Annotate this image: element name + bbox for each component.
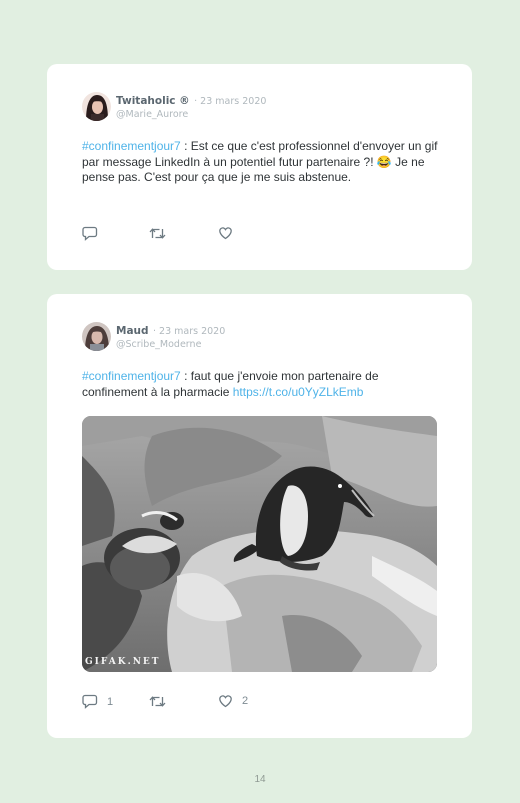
tweet-card-1: Twitaholic ® · 23 mars 2020 @Marie_Auror… [47, 64, 472, 270]
page-number: 14 [254, 774, 266, 785]
avatar[interactable] [82, 92, 111, 121]
tweet-gif[interactable]: GIFAK.NET [82, 416, 437, 672]
author-handle[interactable]: @Scribe_Moderne [116, 339, 225, 351]
tweet-header: Twitaholic ® · 23 mars 2020 @Marie_Auror… [82, 92, 266, 121]
reply-icon [82, 226, 98, 241]
like-button[interactable] [218, 226, 233, 240]
heart-icon [219, 695, 232, 708]
penguins-image [82, 416, 437, 672]
tweet-text: #confinementjour7 : Est ce que c'est pro… [82, 139, 442, 186]
tweet-text: #confinementjour7 : faut que j'envoie mo… [82, 369, 442, 400]
reply-button[interactable] [82, 226, 98, 241]
retweet-button[interactable] [149, 226, 166, 241]
retweet-icon [149, 228, 166, 239]
author-handle[interactable]: @Marie_Aurore [116, 109, 266, 121]
gif-watermark: GIFAK.NET [85, 657, 161, 667]
tweet-date[interactable]: · 23 mars 2020 [194, 96, 266, 107]
reply-icon [82, 694, 98, 709]
hashtag-link[interactable]: #confinementjour7 [82, 369, 181, 383]
hashtag-link[interactable]: #confinementjour7 [82, 139, 181, 153]
tweet-date[interactable]: · 23 mars 2020 [153, 326, 225, 337]
tweet-card-2: Maud · 23 mars 2020 @Scribe_Moderne #con… [47, 294, 472, 738]
retweet-button[interactable] [149, 694, 166, 709]
avatar[interactable] [82, 322, 111, 351]
reply-button[interactable]: 1 [82, 694, 113, 709]
tweet-header: Maud · 23 mars 2020 @Scribe_Moderne [82, 322, 225, 351]
heart-icon [219, 227, 232, 240]
tweet-url-link[interactable]: https://t.co/u0YyZLkEmb [233, 385, 364, 399]
author-name[interactable]: Twitaholic ® [116, 95, 190, 107]
like-count: 2 [242, 695, 249, 707]
like-button[interactable]: 2 [218, 694, 248, 708]
author-name[interactable]: Maud [116, 325, 149, 337]
retweet-icon [149, 696, 166, 707]
reply-count: 1 [107, 695, 114, 708]
